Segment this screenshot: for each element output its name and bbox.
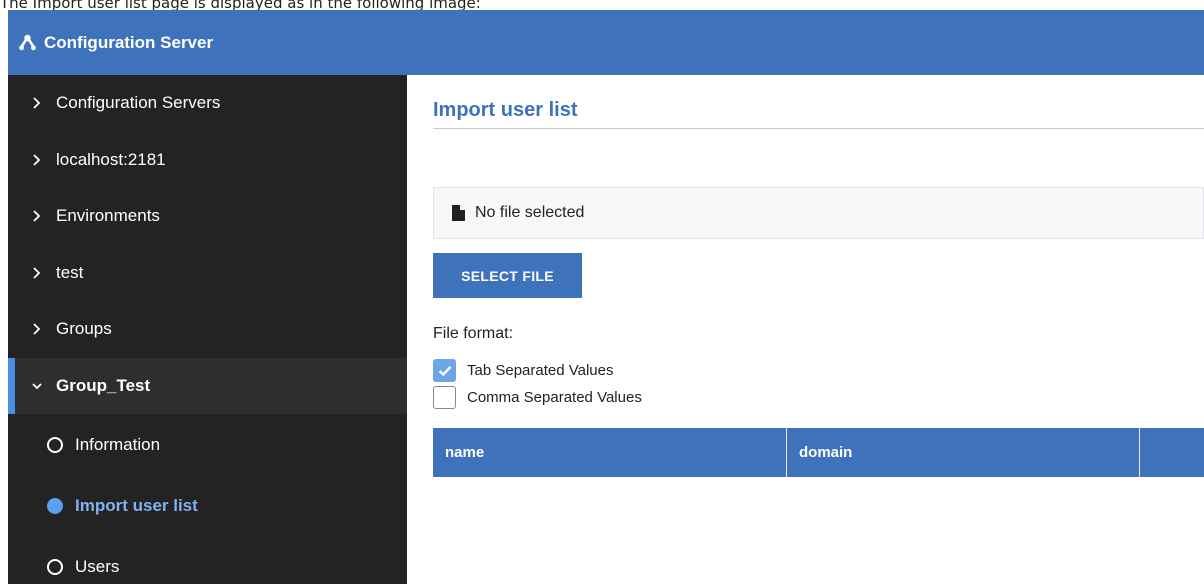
file-status-text: No file selected (475, 204, 585, 221)
file-format-label: File format: (433, 325, 514, 342)
sidebar-item-groups[interactable]: Groups (8, 301, 407, 358)
chevron-right-icon (32, 153, 42, 167)
sidebar-item-label: Environments (56, 206, 160, 226)
sidebar-item-label: Configuration Servers (56, 93, 221, 113)
sidebar-item-label: Group_Test (56, 375, 151, 395)
chevron-right-icon (32, 96, 42, 110)
radio-icon (47, 558, 63, 575)
chevron-right-icon (32, 209, 42, 223)
file-icon (452, 205, 465, 221)
sidebar-subitem-users[interactable]: Users (8, 536, 407, 584)
title-divider (433, 128, 1204, 129)
sidebar-subitem-label: Users (75, 556, 120, 576)
cluster-icon (19, 34, 36, 51)
chevron-right-icon (32, 322, 42, 336)
page-title: Import user list (433, 99, 578, 121)
file-status-box: No file selected (433, 187, 1204, 239)
checkmark-icon (438, 365, 451, 376)
format-option-csv[interactable]: Comma Separated Values (433, 386, 642, 409)
sidebar: Configuration Servers localhost:2181 Env… (8, 75, 407, 584)
column-header-name[interactable]: name (433, 428, 787, 477)
app-header: Configuration Server (8, 10, 1204, 75)
sidebar-item-group-test[interactable]: Group_Test (8, 357, 407, 414)
chevron-down-icon (32, 379, 42, 393)
sidebar-subitem-label: Import user list (75, 495, 198, 515)
sidebar-item-environments[interactable]: Environments (8, 188, 407, 245)
sidebar-item-label: localhost:2181 (56, 149, 166, 169)
format-option-tsv[interactable]: Tab Separated Values (433, 359, 614, 382)
sidebar-item-localhost[interactable]: localhost:2181 (8, 132, 407, 189)
format-option-label: Tab Separated Values (467, 362, 614, 379)
app-title: Configuration Server (44, 32, 214, 52)
sidebar-item-configuration-servers[interactable]: Configuration Servers (8, 75, 407, 132)
select-file-button[interactable]: SELECT FILE (433, 253, 582, 298)
chevron-right-icon (32, 266, 42, 280)
sidebar-item-label: Groups (56, 319, 112, 339)
column-header-domain[interactable]: domain (787, 428, 1140, 477)
checkbox-unchecked[interactable] (433, 386, 456, 409)
column-header-extra[interactable] (1140, 428, 1204, 477)
users-table-header: name domain (433, 428, 1204, 477)
sidebar-item-label: test (56, 262, 84, 282)
main-content: Import user list No file selected SELECT… (407, 75, 1204, 584)
sidebar-subitem-information[interactable]: Information (8, 414, 407, 475)
caption-text: The Import user list page is displayed a… (0, 0, 481, 10)
format-option-label: Comma Separated Values (467, 389, 642, 406)
sidebar-subitem-label: Information (75, 434, 161, 454)
checkbox-checked[interactable] (433, 359, 456, 382)
sidebar-item-test[interactable]: test (8, 245, 407, 302)
radio-filled-icon (47, 497, 63, 514)
sidebar-subitem-import-user-list[interactable]: Import user list (8, 475, 407, 536)
radio-icon (47, 436, 63, 453)
